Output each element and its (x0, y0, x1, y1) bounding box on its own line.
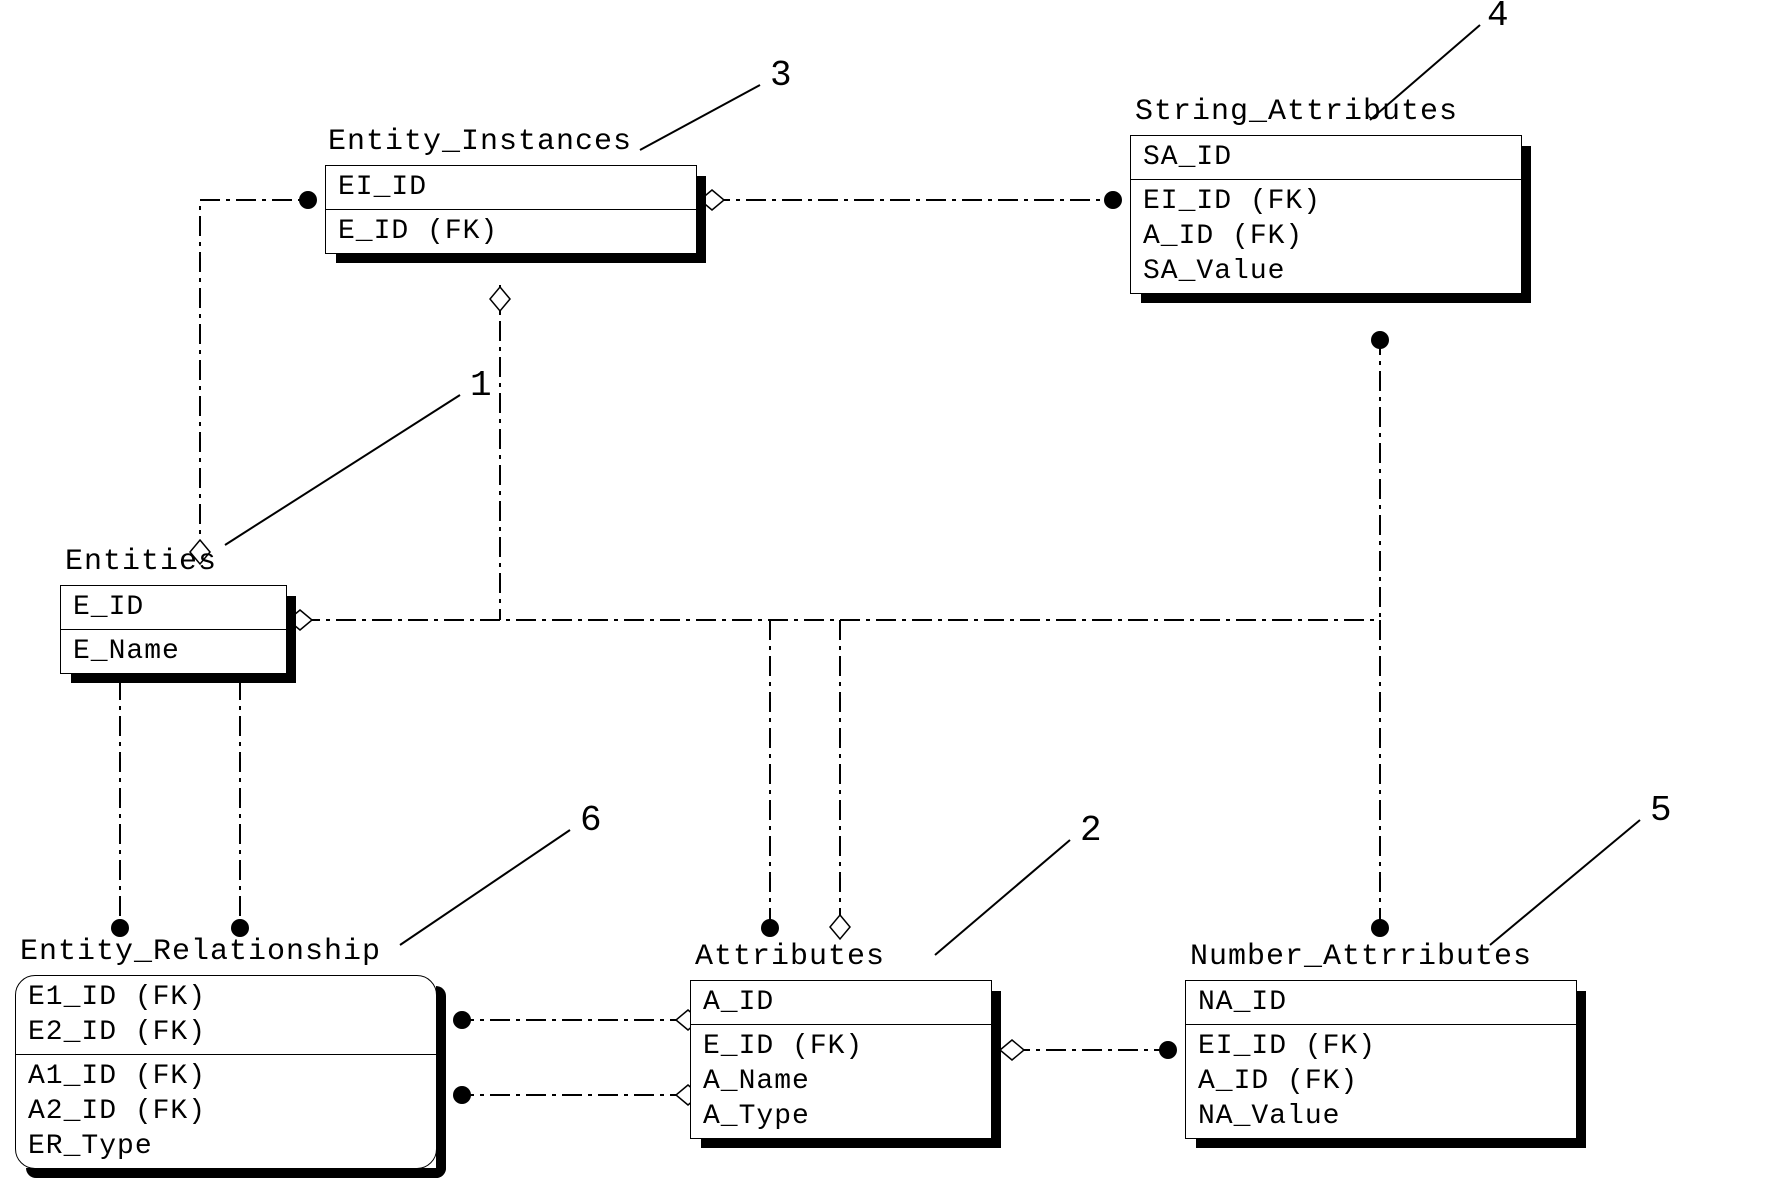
field-entities-e-id: E_ID (73, 590, 274, 625)
entities-table: E_ID E_Name (60, 585, 287, 674)
attributes-table: A_ID E_ID (FK) A_Name A_Type (690, 980, 992, 1139)
field-attr-e-id-fk: E_ID (FK) (703, 1029, 979, 1064)
field-sa-value: SA_Value (1143, 254, 1509, 289)
entity-relationship-table: E1_ID (FK) E2_ID (FK) A1_ID (FK) A2_ID (… (15, 975, 437, 1169)
field-na-ei-id-fk: EI_ID (FK) (1198, 1029, 1564, 1064)
field-er-e2-id: E2_ID (FK) (28, 1015, 424, 1050)
attributes-title: Attributes (695, 940, 885, 974)
field-er-a2-id: A2_ID (FK) (28, 1094, 424, 1129)
number-attributes-table: NA_ID EI_ID (FK) A_ID (FK) NA_Value (1185, 980, 1577, 1139)
field-e-id-fk: E_ID (FK) (338, 214, 684, 249)
entity-instances-title: Entity_Instances (328, 125, 632, 159)
field-attr-a-id: A_ID (703, 985, 979, 1020)
callout-3: 3 (770, 55, 792, 96)
number-attributes-title: Number_Attrributes (1190, 940, 1532, 974)
field-na-a-id-fk: A_ID (FK) (1198, 1064, 1564, 1099)
callout-4: 4 (1487, 0, 1509, 36)
field-er-a1-id: A1_ID (FK) (28, 1059, 424, 1094)
field-attr-a-name: A_Name (703, 1064, 979, 1099)
field-sa-ei-id-fk: EI_ID (FK) (1143, 184, 1509, 219)
field-er-e1-id: E1_ID (FK) (28, 980, 424, 1015)
callout-2: 2 (1080, 810, 1102, 851)
field-na-id: NA_ID (1198, 985, 1564, 1020)
callout-5: 5 (1650, 790, 1672, 831)
field-sa-id: SA_ID (1143, 140, 1509, 175)
entity-relationship-title: Entity_Relationship (20, 935, 381, 969)
field-er-type: ER_Type (28, 1129, 424, 1164)
string-attributes-table: SA_ID EI_ID (FK) A_ID (FK) SA_Value (1130, 135, 1522, 294)
field-attr-a-type: A_Type (703, 1099, 979, 1134)
field-na-value: NA_Value (1198, 1099, 1564, 1134)
entities-title: Entities (65, 545, 217, 579)
field-ei-id: EI_ID (338, 170, 684, 205)
entity-instances-table: EI_ID E_ID (FK) (325, 165, 697, 254)
field-entities-e-name: E_Name (73, 634, 274, 669)
callout-6: 6 (580, 800, 602, 841)
string-attributes-title: String_Attributes (1135, 95, 1458, 129)
callout-1: 1 (470, 365, 492, 406)
field-sa-a-id-fk: A_ID (FK) (1143, 219, 1509, 254)
